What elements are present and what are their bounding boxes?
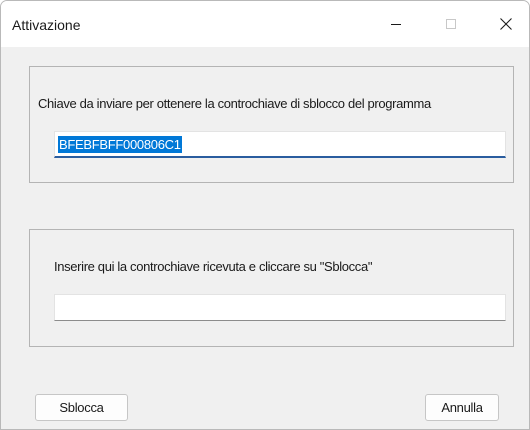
request-key-value: BFEBFBFF000806C1: [58, 136, 182, 153]
minimize-icon: [391, 24, 401, 25]
maximize-button: [428, 1, 474, 47]
close-button[interactable]: [483, 1, 529, 47]
unlock-key-group: [29, 229, 514, 347]
unlock-key-input[interactable]: [54, 294, 506, 321]
cancel-button[interactable]: Annulla: [425, 394, 499, 421]
close-icon: [500, 18, 512, 30]
request-key-label: Chiave da inviare per ottenere la contro…: [38, 96, 431, 111]
minimize-button[interactable]: [373, 1, 419, 47]
maximize-icon: [446, 19, 456, 29]
title-bar[interactable]: Attivazione: [1, 1, 529, 47]
unlock-key-label: Inserire qui la controchiave ricevuta e …: [54, 259, 373, 274]
request-key-group: [29, 66, 514, 183]
unlock-button[interactable]: Sblocca: [35, 394, 128, 421]
window-title: Attivazione: [12, 17, 81, 33]
activation-window: Attivazione Chiave da inviare per ottene…: [0, 0, 530, 430]
request-key-field[interactable]: BFEBFBFF000806C1: [54, 131, 506, 158]
